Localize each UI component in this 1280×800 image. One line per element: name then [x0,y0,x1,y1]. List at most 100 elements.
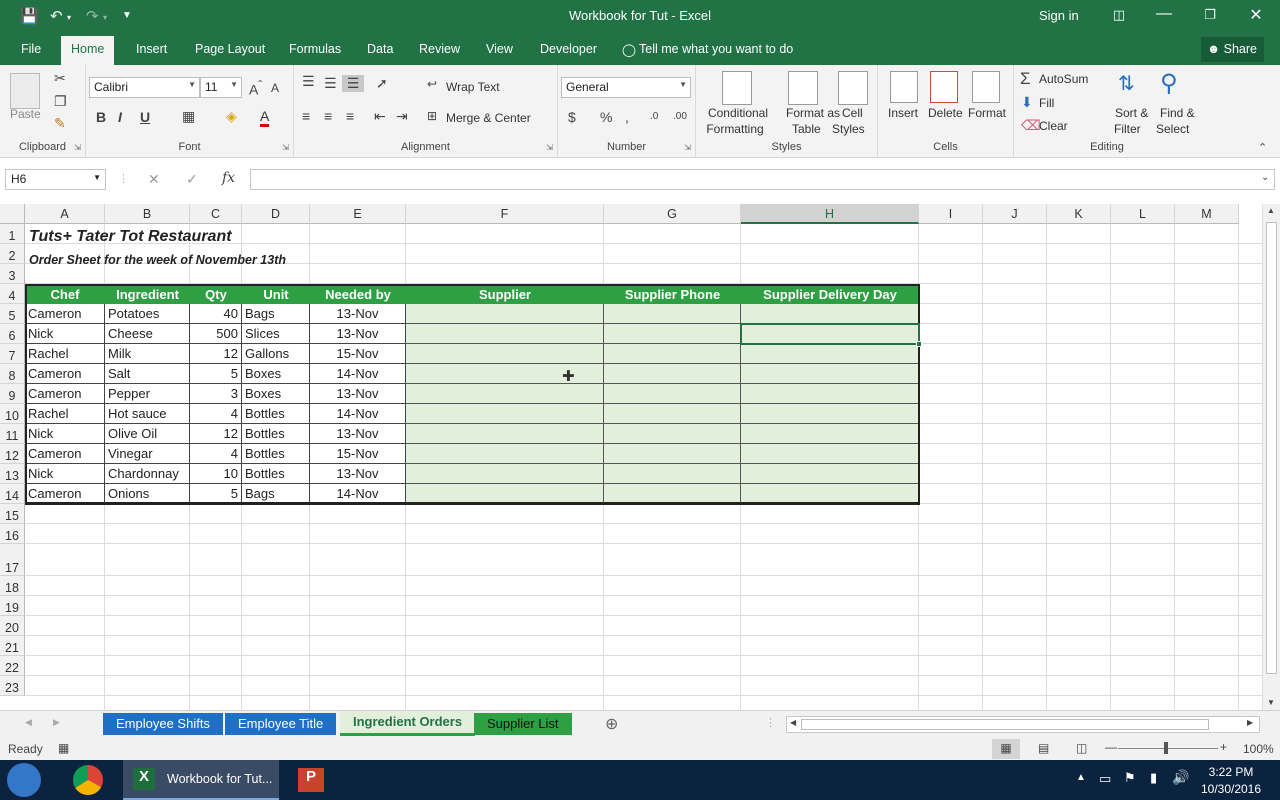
copy-icon[interactable]: ❐ [54,93,67,110]
column-header-d[interactable]: D [242,204,310,224]
select-all-corner[interactable] [0,204,25,224]
format-painter-icon[interactable]: ✎ [54,115,66,132]
number-format-select[interactable]: General ▼ [561,77,691,98]
sheet-tab-employee-shifts[interactable]: Employee Shifts [103,713,223,735]
row-header-20[interactable]: 20 [0,616,25,636]
zoom-level[interactable]: 100% [1243,742,1274,756]
find-select-label-2[interactable]: Select [1156,122,1189,136]
normal-view-icon[interactable]: ▦ [992,739,1020,759]
collapse-ribbon-icon[interactable]: ⌃ [1258,141,1267,154]
format-as-table-label-2[interactable]: Table [792,122,821,136]
column-header-b[interactable]: B [105,204,190,224]
format-cells-icon[interactable] [972,71,1000,103]
scroll-left-icon[interactable]: ◀ [790,718,796,727]
wrap-text-button[interactable]: Wrap Text [446,80,500,94]
row-header-18[interactable]: 18 [0,576,25,596]
increase-indent-icon[interactable]: ⇥ [396,108,408,125]
delete-cells-icon[interactable] [930,71,958,103]
tab-home[interactable]: Home [61,36,115,65]
font-color-icon[interactable]: A [260,108,270,127]
scroll-tabs-left-icon[interactable]: ◀ [25,717,32,728]
fill-handle[interactable] [916,341,922,347]
number-launcher-icon[interactable]: ⇲ [684,143,691,152]
tab-data[interactable]: Data [367,42,393,56]
row-header-23[interactable]: 23 [0,676,25,696]
tablet-icon[interactable]: ▭ [1099,771,1111,787]
align-bottom-icon[interactable]: ☰ [342,75,364,92]
format-cells-button[interactable]: Format [968,106,1006,120]
column-header-j[interactable]: J [983,204,1047,224]
row-header-11[interactable]: 11 [0,424,25,444]
cut-icon[interactable]: ✂ [54,70,66,87]
horizontal-scroll-thumb[interactable] [801,719,1209,730]
increase-font-icon[interactable]: Aˆ [249,79,262,98]
column-header-h[interactable]: H [741,204,919,224]
name-box[interactable]: H6 ▼ [5,169,106,190]
row-header-2[interactable]: 2 [0,244,25,264]
row-header-14[interactable]: 14 [0,484,25,504]
expand-formula-icon[interactable]: ⌄ [1261,172,1269,183]
ribbon-display-options-icon[interactable]: ◫ [1104,7,1134,23]
decrease-decimal-icon[interactable]: .00 [673,111,687,122]
scroll-right-icon[interactable]: ▶ [1247,718,1253,727]
close-icon[interactable]: ✕ [1241,5,1271,25]
tab-review[interactable]: Review [419,42,460,56]
tab-formulas[interactable]: Formulas [289,42,341,56]
scroll-up-icon[interactable]: ▲ [1267,206,1275,215]
confirm-entry-icon[interactable]: ✓ [186,171,198,188]
sheet-subtitle[interactable]: Order Sheet for the week of November 13t… [26,250,289,270]
insert-cells-icon[interactable] [890,71,918,103]
align-top-icon[interactable]: ☰ [302,73,315,90]
bold-icon[interactable]: B [96,109,106,125]
conditional-formatting-icon[interactable] [722,71,752,105]
cancel-entry-icon[interactable]: ✕ [148,171,160,188]
volume-icon[interactable]: 🔊 [1172,769,1189,786]
tab-page-layout[interactable]: Page Layout [195,42,265,56]
sheet-tab-employee-title[interactable]: Employee Title [225,713,337,735]
format-as-table-label-1[interactable]: Format as [786,106,840,120]
font-size-select[interactable]: 11 ▼ [200,77,242,98]
cell-styles-label-2[interactable]: Styles [832,122,865,136]
restore-icon[interactable]: ❐ [1195,7,1225,23]
eraser-icon[interactable]: ⌫ [1021,117,1041,134]
fill-button[interactable]: Fill [1039,96,1054,110]
format-as-table-icon[interactable] [788,71,818,105]
underline-icon[interactable]: U [140,109,150,125]
sort-filter-label-1[interactable]: Sort & [1115,106,1148,120]
decrease-indent-icon[interactable]: ⇤ [374,108,386,125]
tell-me-box[interactable]: Tell me what you want to do [639,42,793,56]
row-header-15[interactable]: 15 [0,504,25,524]
comma-icon[interactable]: , [625,109,629,125]
macro-record-icon[interactable]: ▦ [58,741,69,755]
merge-center-icon[interactable]: ⊞ [427,109,437,123]
row-header-1[interactable]: 1 [0,224,25,244]
italic-icon[interactable]: I [118,109,122,125]
minimize-icon[interactable]: — [1149,5,1179,23]
sign-in-link[interactable]: Sign in [1039,8,1079,23]
align-right-icon[interactable]: ≡ [346,108,354,124]
borders-icon[interactable]: ▦ [182,108,195,125]
scroll-tabs-right-icon[interactable]: ▶ [53,717,60,728]
sheet-tab-ingredient-orders[interactable]: Ingredient Orders [340,711,476,736]
autosum-button[interactable]: AutoSum [1039,72,1088,86]
wrap-text-icon[interactable]: ↩ [427,77,437,91]
vertical-scroll-thumb[interactable] [1266,222,1277,674]
zoom-in-icon[interactable]: + [1220,740,1227,754]
action-center-flag-icon[interactable]: ⚑ [1124,770,1136,786]
alignment-launcher-icon[interactable]: ⇲ [546,143,553,152]
merge-center-button[interactable]: Merge & Center [446,111,531,125]
decrease-font-icon[interactable]: A [271,81,279,95]
percent-icon[interactable]: % [600,109,612,125]
font-launcher-icon[interactable]: ⇲ [282,143,289,152]
find-select-label-1[interactable]: Find & [1160,106,1195,120]
column-header-a[interactable]: A [25,204,105,224]
add-sheet-icon[interactable]: ⊕ [605,714,618,734]
increase-decimal-icon[interactable]: .0 [650,111,658,122]
autosum-icon[interactable]: Σ [1020,69,1031,89]
tab-file[interactable]: File [21,42,41,56]
paste-icon[interactable] [10,73,40,109]
row-header-7[interactable]: 7 [0,344,25,364]
column-header-c[interactable]: C [190,204,242,224]
chrome-icon[interactable] [73,765,103,795]
row-header-5[interactable]: 5 [0,304,25,324]
